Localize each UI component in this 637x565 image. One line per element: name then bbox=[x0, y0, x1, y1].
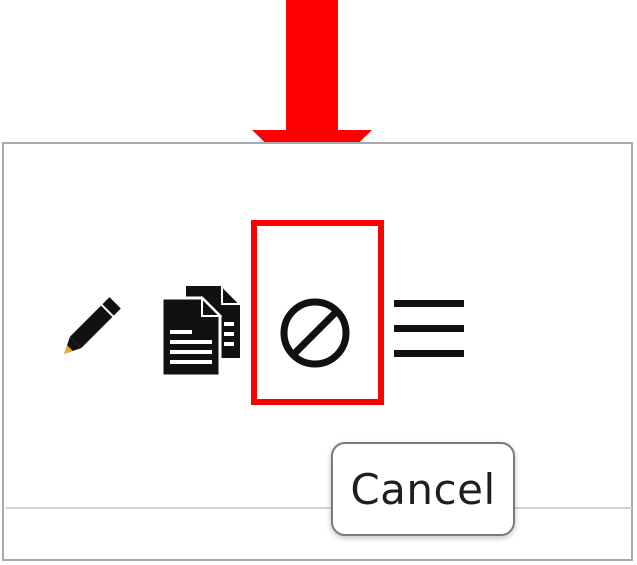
screenshot-canvas: Cancel bbox=[0, 0, 637, 565]
panel-divider bbox=[6, 507, 632, 509]
copy-icon[interactable] bbox=[158, 284, 244, 378]
cancel-tooltip: Cancel bbox=[331, 442, 515, 536]
menu-icon[interactable] bbox=[392, 296, 466, 362]
annotation-highlight-box bbox=[251, 220, 384, 405]
pencil-icon[interactable] bbox=[50, 290, 128, 368]
tooltip-label: Cancel bbox=[350, 464, 496, 514]
